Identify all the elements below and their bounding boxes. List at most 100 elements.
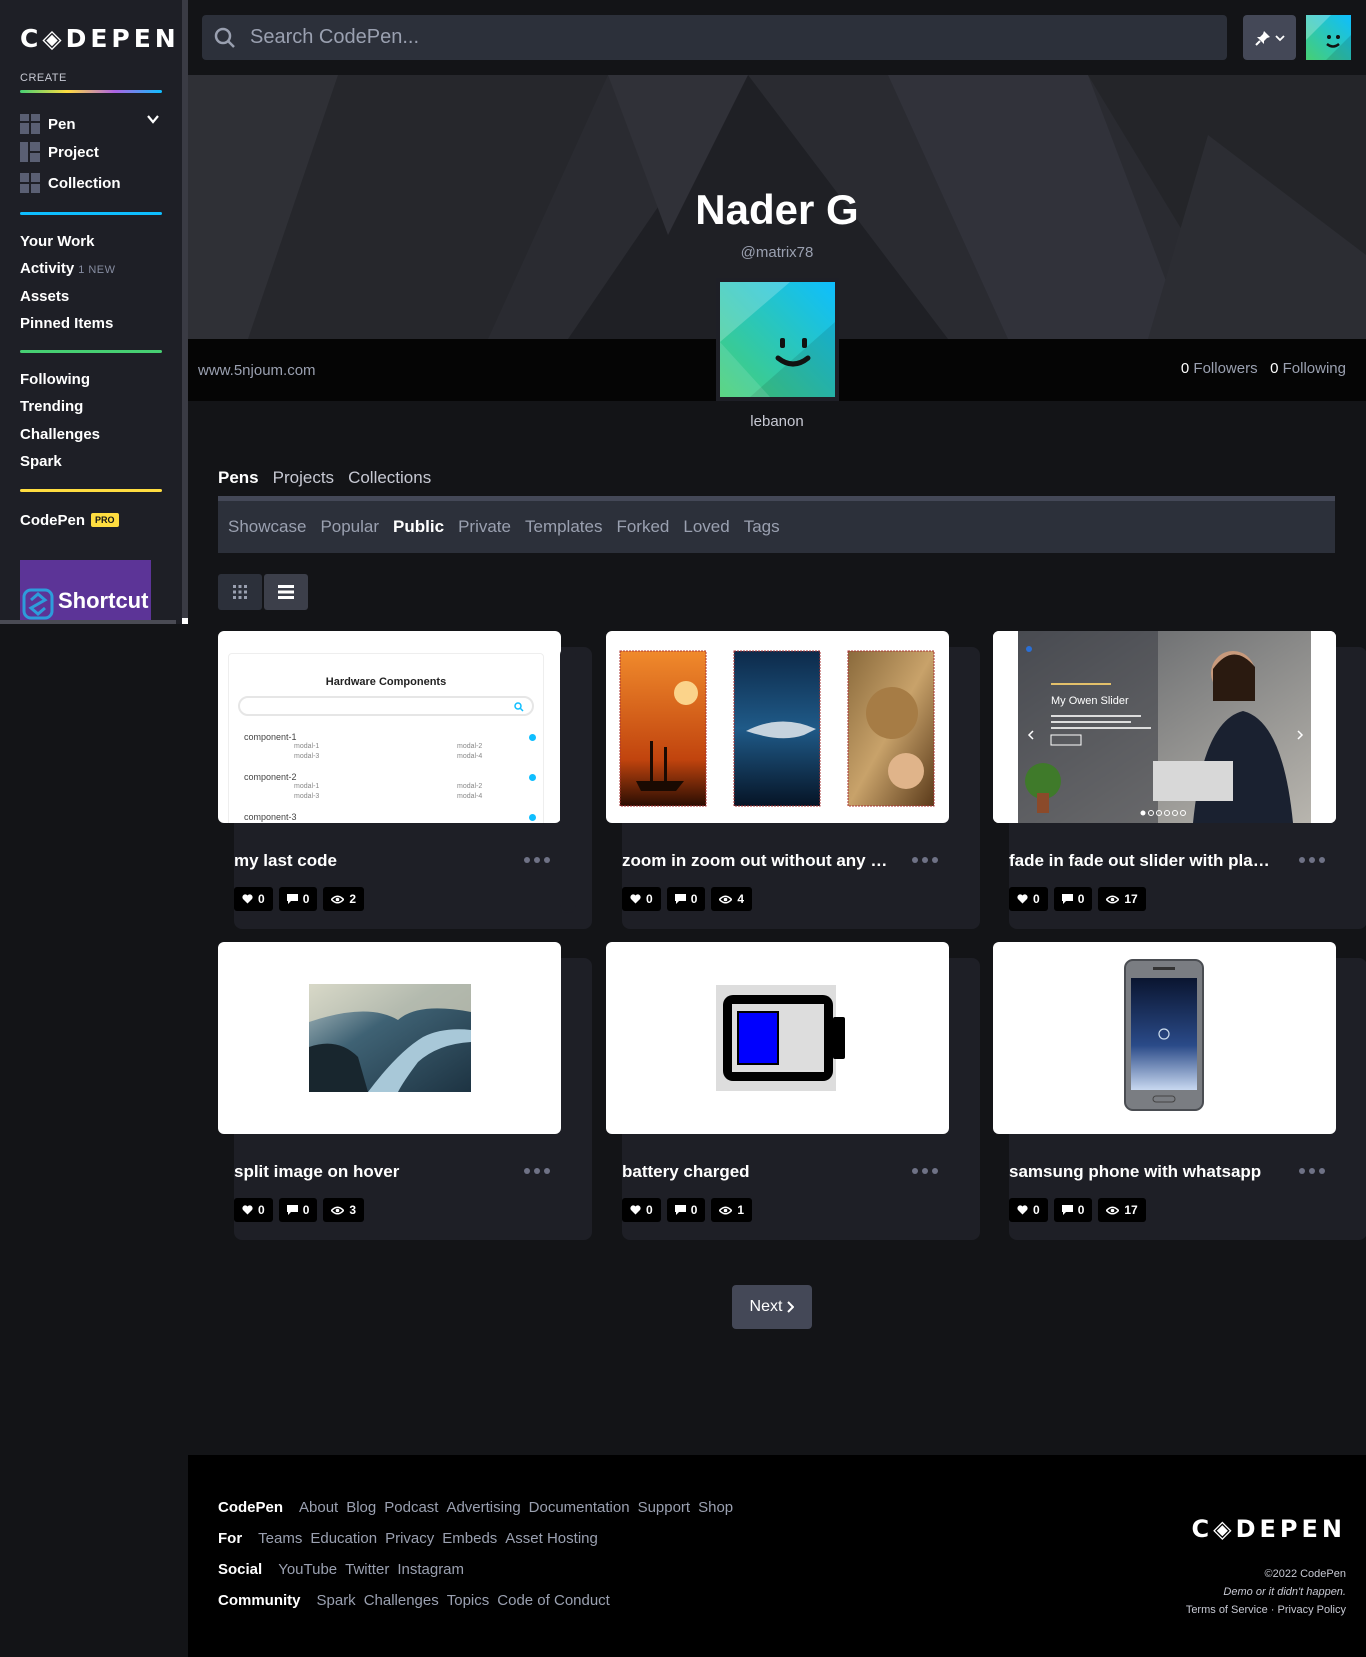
views-stat[interactable]: 4	[711, 887, 753, 911]
followers-link[interactable]: 0 Followers	[1181, 360, 1258, 377]
codepen-logo[interactable]: C◈DEPEN	[20, 24, 180, 53]
footer-link-challenges[interactable]: Challenges	[364, 1592, 439, 1609]
create-collection-button[interactable]: Collection	[20, 172, 121, 194]
views-stat[interactable]: 3	[323, 1198, 365, 1222]
like-button[interactable]: 0	[622, 1198, 661, 1222]
comment-button[interactable]: 0	[278, 1198, 318, 1222]
pen-preview-thumbnail[interactable]	[606, 631, 949, 823]
comment-button[interactable]: 0	[1053, 1198, 1093, 1222]
like-button[interactable]: 0	[234, 887, 273, 911]
views-stat[interactable]: 2	[323, 887, 365, 911]
sidebar-item-your-work[interactable]: Your Work	[20, 233, 94, 250]
tab-collections[interactable]: Collections	[348, 468, 431, 488]
search-input[interactable]	[250, 26, 1150, 49]
more-options-icon[interactable]	[912, 1168, 938, 1174]
footer-link-asset-hosting[interactable]: Asset Hosting	[505, 1530, 598, 1547]
footer-link-podcast[interactable]: Podcast	[384, 1499, 438, 1516]
footer-heading[interactable]: CodePen	[218, 1499, 283, 1516]
footer-link-privacy[interactable]: Privacy	[385, 1530, 434, 1547]
subtab-public[interactable]: Public	[393, 517, 444, 537]
user-avatar[interactable]	[1306, 15, 1351, 60]
footer-link-advertising[interactable]: Advertising	[446, 1499, 520, 1516]
sidebar-item-codepen-pro[interactable]: CodePen PRO	[20, 512, 119, 529]
subtab-templates[interactable]: Templates	[525, 517, 602, 537]
footer-link-shop[interactable]: Shop	[698, 1499, 733, 1516]
like-button[interactable]: 0	[1009, 1198, 1048, 1222]
like-button[interactable]: 0	[1009, 887, 1048, 911]
pen-card[interactable]: samsung phone with whatsapp 0 0 17	[993, 942, 1366, 1240]
pen-title[interactable]: battery charged	[622, 1162, 892, 1182]
subtab-popular[interactable]: Popular	[320, 517, 379, 537]
footer-link-instagram[interactable]: Instagram	[397, 1561, 464, 1578]
pen-card[interactable]: split image on hover 0 0 3	[218, 942, 592, 1240]
next-page-button[interactable]: Next	[732, 1285, 812, 1329]
pen-preview-thumbnail[interactable]: Hardware Components component-1 modal-1 …	[218, 631, 561, 823]
sidebar-item-spark[interactable]: Spark	[20, 453, 62, 470]
subtab-forked[interactable]: Forked	[616, 517, 669, 537]
footer-codepen-logo[interactable]: C◈DEPEN	[1192, 1515, 1346, 1543]
profile-website-link[interactable]: www.5njoum.com	[198, 362, 316, 379]
pen-title[interactable]: split image on hover	[234, 1162, 504, 1182]
pen-title[interactable]: my last code	[234, 851, 504, 871]
pen-title[interactable]: zoom in zoom out without any p...	[622, 851, 892, 871]
views-stat[interactable]: 17	[1098, 887, 1146, 911]
list-view-button[interactable]	[264, 574, 308, 610]
sidebar-item-trending[interactable]: Trending	[20, 398, 83, 415]
pen-title[interactable]: fade in fade out slider with play ...	[1009, 851, 1279, 871]
chevron-down-icon[interactable]	[146, 112, 160, 126]
search-bar[interactable]	[202, 15, 1227, 60]
footer-link-embeds[interactable]: Embeds	[442, 1530, 497, 1547]
subtab-showcase[interactable]: Showcase	[228, 517, 306, 537]
footer-link-support[interactable]: Support	[638, 1499, 691, 1516]
footer-link-blog[interactable]: Blog	[346, 1499, 376, 1516]
pen-preview-thumbnail[interactable]: My Owen Slider	[993, 631, 1336, 823]
footer-link-twitter[interactable]: Twitter	[345, 1561, 389, 1578]
tab-projects[interactable]: Projects	[273, 468, 334, 488]
more-options-icon[interactable]	[1299, 1168, 1325, 1174]
pen-preview-thumbnail[interactable]	[993, 942, 1336, 1134]
footer-link-youtube[interactable]: YouTube	[278, 1561, 337, 1578]
sidebar-resize-handle[interactable]	[182, 618, 188, 624]
more-options-icon[interactable]	[524, 857, 550, 863]
tab-pens[interactable]: Pens	[218, 468, 259, 488]
like-button[interactable]: 0	[234, 1198, 273, 1222]
following-link[interactable]: 0 Following	[1270, 360, 1346, 377]
comment-button[interactable]: 0	[666, 887, 706, 911]
pen-card[interactable]: zoom in zoom out without any p... 0 0 4	[606, 631, 980, 929]
sidebar-scrollbar[interactable]	[0, 620, 176, 624]
views-stat[interactable]: 1	[711, 1198, 753, 1222]
pinned-items-button[interactable]	[1243, 15, 1296, 60]
footer-link-topics[interactable]: Topics	[447, 1592, 490, 1609]
more-options-icon[interactable]	[1299, 857, 1325, 863]
more-options-icon[interactable]	[912, 857, 938, 863]
pen-preview-thumbnail[interactable]	[606, 942, 949, 1134]
footer-link-about[interactable]: About	[299, 1499, 338, 1516]
grid-view-button[interactable]	[218, 574, 262, 610]
subtab-loved[interactable]: Loved	[683, 517, 729, 537]
pen-preview-thumbnail[interactable]	[218, 942, 561, 1134]
sidebar-item-assets[interactable]: Assets	[20, 288, 69, 305]
sidebar-item-following[interactable]: Following	[20, 371, 90, 388]
subtab-private[interactable]: Private	[458, 517, 511, 537]
sidebar-item-activity[interactable]: Activity 1 NEW	[20, 260, 116, 277]
footer-link-code-of-conduct[interactable]: Code of Conduct	[497, 1592, 610, 1609]
views-stat[interactable]: 17	[1098, 1198, 1146, 1222]
footer-link-documentation[interactable]: Documentation	[529, 1499, 630, 1516]
terms-link[interactable]: Terms of Service	[1186, 1604, 1268, 1616]
create-pen-button[interactable]: Pen	[20, 113, 76, 135]
sidebar-item-challenges[interactable]: Challenges	[20, 426, 100, 443]
pen-card[interactable]: battery charged 0 0 1	[606, 942, 980, 1240]
comment-button[interactable]: 0	[278, 887, 318, 911]
privacy-policy-link[interactable]: Privacy Policy	[1278, 1604, 1346, 1616]
like-button[interactable]: 0	[622, 887, 661, 911]
subtab-tags[interactable]: Tags	[744, 517, 780, 537]
footer-link-spark[interactable]: Spark	[317, 1592, 356, 1609]
footer-link-teams[interactable]: Teams	[258, 1530, 302, 1547]
shortcut-ad[interactable]: Shortcut	[20, 560, 151, 620]
create-project-button[interactable]: Project	[20, 141, 99, 163]
pen-card[interactable]: My Owen Slider fade in fade out slider w…	[993, 631, 1366, 929]
pen-title[interactable]: samsung phone with whatsapp	[1009, 1162, 1279, 1182]
more-options-icon[interactable]	[524, 1168, 550, 1174]
pen-card[interactable]: Hardware Components component-1 modal-1 …	[218, 631, 592, 929]
footer-link-education[interactable]: Education	[310, 1530, 377, 1547]
